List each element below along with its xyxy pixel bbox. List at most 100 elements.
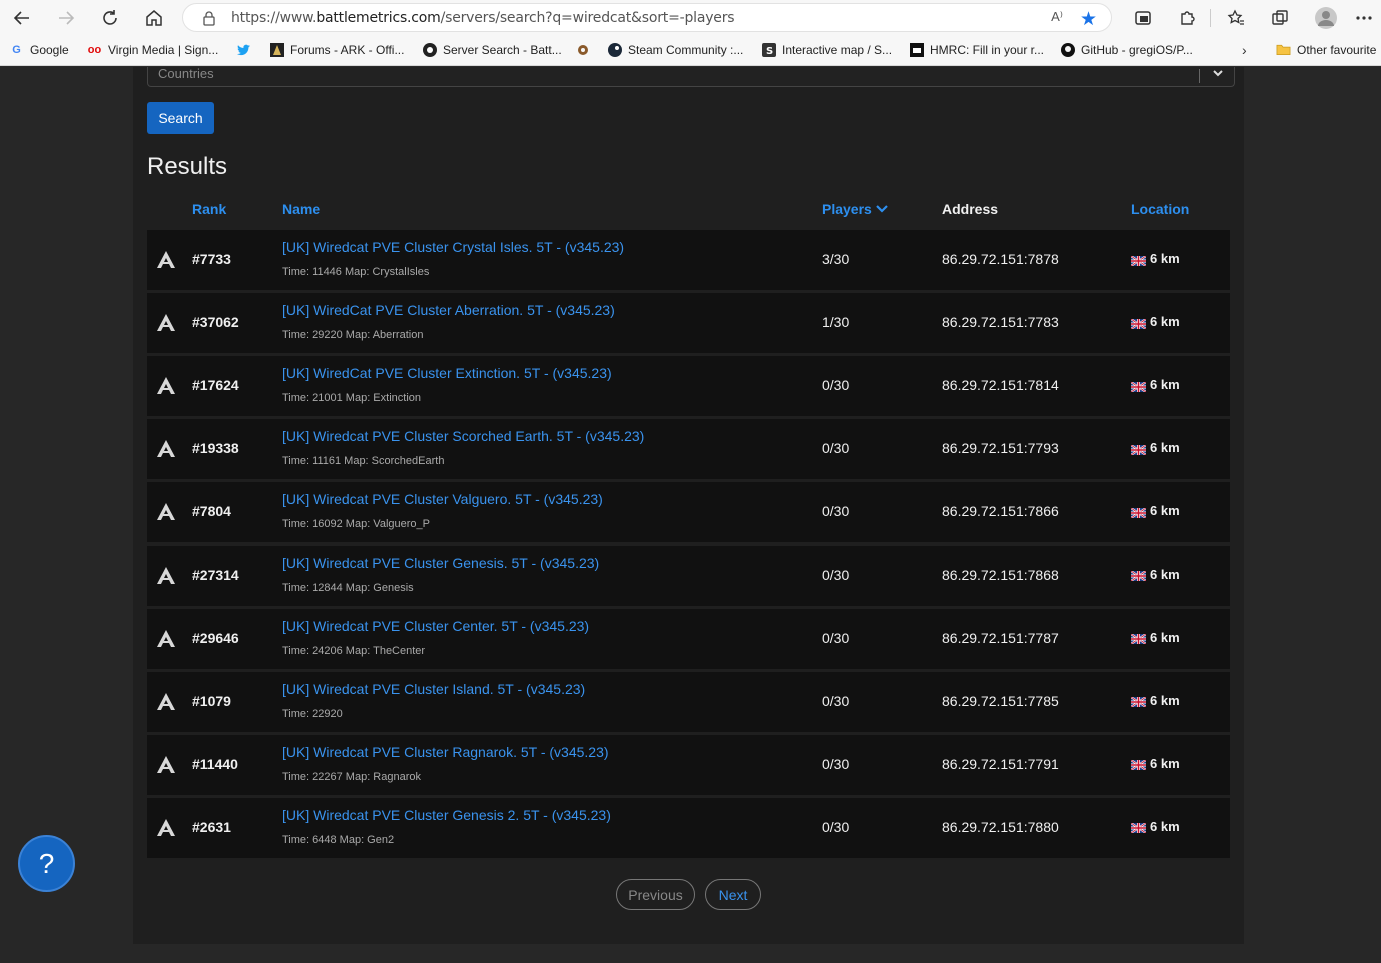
server-address: 86.29.72.151:7793 [942, 440, 1059, 457]
countries-select[interactable]: Countries [147, 66, 1235, 87]
column-header-location[interactable]: Location [1131, 201, 1189, 217]
server-name-link[interactable]: [UK] Wiredcat PVE Cluster Valguero. 5T -… [282, 491, 603, 507]
server-distance: 6 km [1150, 377, 1180, 393]
bookmark-hmrc[interactable]: HMRC: Fill in your r... [909, 42, 1044, 57]
server-distance: 6 km [1150, 314, 1180, 330]
server-name-link[interactable]: [UK] Wiredcat PVE Cluster Crystal Isles.… [282, 239, 624, 255]
ark-game-icon [155, 691, 177, 711]
twitter-icon [236, 42, 251, 57]
server-rank: #1079 [192, 692, 231, 709]
bookmark-server-search[interactable]: Server Search - Batt... [422, 42, 562, 57]
chevron-right-icon[interactable]: › [1242, 42, 1247, 58]
forward-icon[interactable] [52, 4, 80, 32]
server-name-link[interactable]: [UK] WiredCat PVE Cluster Aberration. 5T… [282, 302, 615, 318]
bookmark-gear[interactable] [575, 42, 590, 57]
uk-flag-icon [1130, 443, 1147, 456]
next-page-button[interactable]: Next [705, 879, 761, 910]
lock-icon [201, 10, 217, 26]
bookmark-google[interactable]: G Google [9, 42, 68, 57]
table-row: #7733 [UK] Wiredcat PVE Cluster Crystal I… [147, 230, 1230, 290]
server-rank: #2631 [192, 818, 231, 835]
server-meta: Time: 22920 [282, 707, 343, 720]
server-location: 6 km [1130, 377, 1180, 393]
more-menu-icon[interactable] [1350, 4, 1378, 32]
page-body: Countries Search Results Rank Name Playe… [0, 66, 1381, 963]
server-address: 86.29.72.151:7787 [942, 629, 1059, 646]
bookmark-virgin-media[interactable]: oo Virgin Media | Sign... [87, 42, 219, 57]
server-name-link[interactable]: [UK] Wiredcat PVE Cluster Genesis. 5T - … [282, 555, 599, 571]
column-header-rank[interactable]: Rank [192, 201, 226, 217]
ark-game-icon [155, 375, 177, 395]
server-distance: 6 km [1150, 503, 1180, 519]
server-meta: Time: 24206 Map: TheCenter [282, 644, 426, 657]
server-location: 6 km [1130, 756, 1180, 772]
back-icon[interactable] [8, 4, 36, 32]
server-name-link[interactable]: [UK] Wiredcat PVE Cluster Scorched Earth… [282, 428, 644, 444]
server-address: 86.29.72.151:7868 [942, 566, 1059, 583]
results-heading: Results [147, 153, 228, 180]
server-location: 6 km [1130, 251, 1180, 267]
ark-game-icon [155, 438, 177, 458]
read-aloud-icon[interactable]: A⁾ [1051, 9, 1063, 25]
server-distance: 6 km [1150, 440, 1180, 456]
google-icon: G [12, 43, 21, 56]
svg-text:S: S [766, 46, 773, 57]
uk-flag-icon [1130, 254, 1147, 267]
server-name-link[interactable]: [UK] Wiredcat PVE Cluster Island. 5T - (… [282, 681, 585, 697]
server-meta: Time: 22267 Map: Ragnarok [282, 770, 421, 783]
server-name-link[interactable]: [UK] Wiredcat PVE Cluster Center. 5T - (… [282, 618, 589, 634]
ark-game-icon [155, 312, 177, 332]
address-bar[interactable]: https://www.battlemetrics.com/servers/se… [182, 3, 1112, 32]
server-distance: 6 km [1150, 692, 1180, 708]
uk-flag-icon [1130, 380, 1147, 393]
search-button[interactable]: Search [147, 102, 214, 134]
url-text[interactable]: https://www.battlemetrics.com/servers/se… [231, 10, 735, 26]
chevron-down-icon[interactable] [1212, 67, 1224, 82]
bookmark-ark-forums[interactable]: Forums - ARK - Offi... [269, 42, 404, 57]
server-name-link[interactable]: [UK] Wiredcat PVE Cluster Ragnarok. 5T -… [282, 744, 609, 760]
column-header-players-label: Players [822, 201, 872, 217]
server-name-link[interactable]: [UK] Wiredcat PVE Cluster Genesis 2. 5T … [282, 807, 611, 823]
refresh-icon[interactable] [96, 4, 124, 32]
previous-page-button[interactable]: Previous [616, 879, 695, 910]
table-row: #27314 [UK] Wiredcat PVE Cluster Genesis.… [147, 545, 1230, 606]
bookmark-interactive-map[interactable]: S Interactive map / S... [761, 42, 892, 57]
server-players: 3/30 [822, 251, 850, 267]
ark-game-icon [155, 628, 177, 648]
server-meta: Time: 6448 Map: Gen2 [282, 833, 395, 846]
server-name-link[interactable]: [UK] WiredCat PVE Cluster Extinction. 5T… [282, 365, 612, 381]
battlemetrics-icon [422, 42, 437, 57]
bookmark-twitter[interactable] [236, 42, 251, 57]
bookmark-github[interactable]: GitHub - gregiOS/P... [1060, 42, 1193, 57]
table-row: #11440 [UK] Wiredcat PVE Cluster Ragnarok… [147, 734, 1230, 795]
server-players: 0/30 [822, 692, 850, 709]
extension-icon[interactable] [1129, 4, 1157, 32]
server-rank: #7804 [192, 503, 231, 520]
puzzle-icon[interactable] [1173, 4, 1201, 32]
table-row: #19338 [UK] Wiredcat PVE Cluster Scorched… [147, 419, 1230, 480]
server-address: 86.29.72.151:7791 [942, 755, 1059, 772]
column-header-name[interactable]: Name [282, 201, 320, 217]
uk-flag-icon [1130, 506, 1147, 519]
bookmark-steam[interactable]: Steam Community :... [607, 42, 743, 57]
ark-game-icon [155, 249, 177, 269]
server-rank: #37062 [192, 314, 239, 331]
help-button[interactable]: ? [18, 835, 75, 892]
home-icon[interactable] [140, 4, 168, 32]
server-location: 6 km [1130, 314, 1180, 330]
column-header-players[interactable]: Players [822, 201, 888, 217]
server-location: 6 km [1130, 630, 1180, 645]
favorite-star-icon[interactable]: ★ [1080, 8, 1097, 31]
ark-game-icon [155, 754, 177, 774]
server-address: 86.29.72.151:7880 [942, 818, 1059, 835]
table-row: #29646 [UK] Wiredcat PVE Cluster Center. … [147, 608, 1230, 669]
server-rank: #7733 [192, 251, 231, 267]
bookmark-other-favourites[interactable]: Other favourite [1276, 42, 1376, 57]
profile-avatar-icon[interactable] [1312, 4, 1340, 32]
hmrc-icon [909, 42, 924, 57]
server-players: 0/30 [822, 755, 850, 772]
server-address: 86.29.72.151:7783 [942, 314, 1059, 331]
favorites-icon[interactable] [1222, 4, 1250, 32]
server-players: 0/30 [822, 566, 850, 583]
collections-icon[interactable] [1266, 4, 1294, 32]
